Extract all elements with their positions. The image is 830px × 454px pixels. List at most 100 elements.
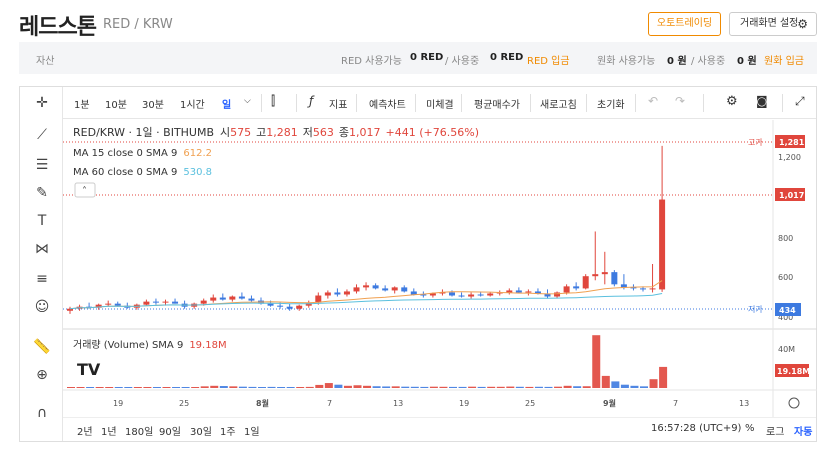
unfilled-orders-button[interactable]: 미체결 — [426, 96, 454, 111]
candlestick-type-icon[interactable]: ⫿ — [271, 94, 275, 109]
volume-bar — [181, 387, 190, 388]
interval-1m[interactable]: 1분 — [74, 96, 90, 111]
brush-icon[interactable]: ✎ — [30, 181, 54, 205]
log-toggle[interactable]: 로그 — [766, 423, 784, 438]
interval-1d[interactable]: 일 — [222, 96, 231, 111]
volume-tag-value: 19.18M — [777, 367, 810, 376]
range-1y[interactable]: 1년 — [101, 423, 117, 438]
toolbar-divider — [586, 94, 587, 112]
red-deposit-link[interactable]: RED 입금 — [527, 52, 570, 67]
crosshair-icon[interactable]: ✛ — [30, 91, 54, 115]
horizontal-lines-icon[interactable]: ☰ — [30, 153, 54, 177]
percent-toggle[interactable]: % — [745, 423, 755, 434]
range-30d[interactable]: 30일 — [190, 423, 212, 438]
redo-icon[interactable]: ↷ — [675, 94, 685, 108]
volume-bar — [114, 387, 123, 388]
range-90d[interactable]: 90일 — [159, 423, 181, 438]
candle — [267, 303, 274, 306]
axis-settings-icon[interactable] — [788, 397, 800, 409]
volume-bar — [363, 385, 372, 388]
red-available-label: RED 사용가능 — [341, 56, 402, 67]
text-tool-icon[interactable]: T — [30, 209, 54, 233]
volume-bar — [649, 379, 658, 388]
candle — [592, 274, 599, 277]
chevron-down-icon[interactable]: ⌵ — [244, 96, 251, 106]
interval-10m[interactable]: 10분 — [105, 96, 127, 111]
candle — [554, 292, 561, 297]
volume-bar — [219, 386, 228, 388]
volume-bar — [105, 387, 114, 388]
range-180d[interactable]: 180일 — [125, 423, 153, 438]
candle — [573, 286, 580, 289]
refresh-button[interactable]: 새로고침 — [540, 96, 577, 111]
interval-1h[interactable]: 1시간 — [180, 96, 205, 111]
high-price-value: 1,281 — [779, 138, 805, 147]
range-bar: 2년 1년 180일 90일 30일 1주 1일 16:57:28 (UTC+9… — [63, 417, 816, 441]
price-chart[interactable]: RED/KRW · 1일 · BITHUMB 시575 고1,281 저563 종1,0… — [63, 120, 817, 417]
indicator-button[interactable]: 지표 — [329, 96, 347, 111]
range-2y[interactable]: 2년 — [77, 423, 93, 438]
interval-30m[interactable]: 30분 — [142, 96, 164, 111]
volume-bar — [506, 386, 515, 388]
candle — [152, 301, 159, 303]
chart-widget: ✛ ⟋ ☰ ✎ T ⋈ ≡ ☺ 📏 ⊕ ∩ 1분 10분 30분 1시간 일 ⌵… — [19, 86, 817, 442]
ruler-icon[interactable]: 📏 — [30, 335, 54, 359]
volume-bar — [439, 386, 448, 388]
volume-bar — [67, 387, 75, 388]
low-tag-label: 저가 — [748, 305, 763, 314]
trend-line-icon[interactable]: ⟋ — [30, 123, 54, 147]
chevron-up-icon: ˄ — [82, 185, 87, 197]
reset-button[interactable]: 초기화 — [597, 96, 625, 111]
volume-bar — [592, 335, 601, 388]
volume-bar — [162, 387, 171, 388]
settings-icon[interactable]: ⚙ — [726, 94, 738, 109]
candle — [162, 301, 169, 303]
candle — [248, 298, 255, 301]
toolbar-divider — [461, 94, 462, 112]
drawing-toolbar: ✛ ⟋ ☰ ✎ T ⋈ ≡ ☺ 📏 ⊕ ∩ — [20, 87, 63, 441]
zoom-icon[interactable]: ⊕ — [30, 363, 54, 387]
emoji-icon[interactable]: ☺ — [30, 295, 54, 319]
undo-icon[interactable]: ↶ — [648, 94, 658, 108]
volume-bar — [544, 386, 553, 388]
candle — [640, 288, 646, 290]
range-1w[interactable]: 1주 — [220, 423, 236, 438]
volume-bar — [172, 387, 181, 388]
candle — [105, 303, 112, 305]
pattern-icon[interactable]: ⋈ — [30, 237, 54, 261]
volume-bar — [296, 387, 305, 388]
volume-bar — [601, 375, 610, 388]
candle — [458, 295, 465, 297]
auto-trading-button[interactable]: 오토트레이딩 — [648, 12, 721, 36]
coin-name: 레드스톤 — [19, 15, 97, 40]
candle — [334, 292, 341, 295]
volume-bar — [534, 386, 543, 388]
clock: 16:57:28 (UTC+9) — [651, 423, 742, 434]
volume-bar — [86, 387, 95, 388]
asset-label: 자산 — [36, 56, 55, 67]
volume-bar — [124, 387, 133, 388]
prediction-chart-button[interactable]: 예측차트 — [369, 96, 406, 111]
date-tick: 19 — [113, 399, 123, 408]
candle — [659, 199, 666, 290]
candle — [401, 287, 408, 292]
screen-settings-button[interactable]: 거래화면 설정 ⚙ — [729, 12, 817, 36]
gear-icon: ⚙ — [797, 17, 808, 31]
camera-icon[interactable]: ◙ — [756, 94, 768, 108]
candle — [238, 296, 245, 299]
fullscreen-icon[interactable]: ⤢ — [795, 94, 805, 109]
volume-bar — [573, 386, 582, 388]
fib-icon[interactable]: ≡ — [30, 267, 54, 291]
krw-in-use-value: 0 원 — [737, 56, 757, 67]
auto-toggle[interactable]: 자동 — [794, 423, 812, 438]
range-1d[interactable]: 1일 — [244, 423, 260, 438]
candle — [67, 308, 73, 311]
volume-bar — [468, 386, 477, 388]
krw-deposit-link[interactable]: 원화 입금 — [764, 52, 804, 67]
function-icon[interactable]: ƒ — [309, 94, 313, 108]
date-axis: 19 25 8월 7 13 19 25 9월 7 13 — [113, 398, 749, 408]
toolbar-divider — [356, 94, 357, 112]
avg-buy-price-button[interactable]: 평균매수가 — [474, 96, 520, 111]
date-tick: 7 — [673, 399, 678, 408]
magnet-icon[interactable]: ∩ — [30, 401, 54, 425]
